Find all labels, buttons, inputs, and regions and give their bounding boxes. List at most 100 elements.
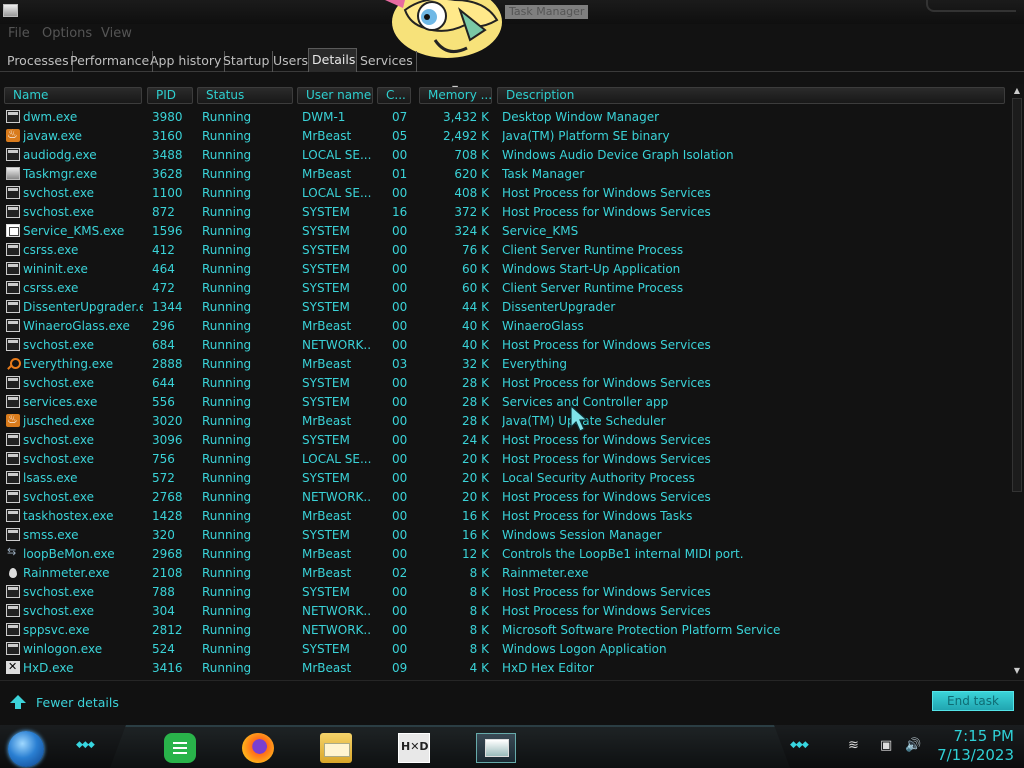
table-row[interactable]: DissenterUpgrader.exe 1344 Running SYSTEM 00…	[0, 298, 1008, 317]
table-row[interactable]: Rainmeter.exe 2108 Running MrBeast 02 8 K Rain…	[0, 564, 1008, 583]
process-cpu: 03	[392, 357, 408, 371]
process-pid: 472	[152, 281, 175, 295]
table-row[interactable]: HxD.exe 3416 Running MrBeast 09 4 K HxD Hex Ed…	[0, 659, 1008, 678]
end-task-button[interactable]: End task	[932, 691, 1014, 711]
table-row[interactable]: csrss.exe 472 Running SYSTEM 00 60 K Client Se…	[0, 279, 1008, 298]
tab-performance[interactable]: Performance	[67, 51, 154, 72]
hxd-taskbar-icon[interactable]	[398, 733, 430, 763]
tray-lines-icon[interactable]: ≋	[848, 738, 859, 753]
table-row[interactable]: svchost.exe 756 Running LOCAL SE... 00 20 K Ho…	[0, 450, 1008, 469]
process-cpu: 01	[392, 167, 408, 181]
green-notes-icon[interactable]	[164, 733, 196, 763]
clock-time[interactable]: 7:15 PM	[934, 727, 1014, 745]
process-pid: 3160	[152, 129, 183, 143]
tab-startup[interactable]: Startup	[220, 51, 274, 72]
scroll-up-icon[interactable]: ▲	[1012, 86, 1022, 96]
hxd-icon	[6, 660, 20, 674]
table-row[interactable]: svchost.exe 1100 Running LOCAL SE... 00 408 K…	[0, 184, 1008, 203]
table-row[interactable]: smss.exe 320 Running SYSTEM 00 16 K Windows Se…	[0, 526, 1008, 545]
tab-details[interactable]: Details	[308, 48, 357, 72]
menu-view[interactable]: View	[101, 26, 132, 41]
process-name: csrss.exe	[23, 243, 79, 257]
table-row[interactable]: csrss.exe 412 Running SYSTEM 00 76 K Client Se…	[0, 241, 1008, 260]
task-manager-taskbar-icon[interactable]	[476, 733, 516, 763]
process-pid: 2888	[152, 357, 183, 371]
table-row[interactable]: taskhostex.exe 1428 Running MrBeast 00 16 K Ho…	[0, 507, 1008, 526]
table-row[interactable]: winlogon.exe 524 Running SYSTEM 00 8 K Windows…	[0, 640, 1008, 659]
process-status: Running	[202, 490, 252, 504]
process-user: MrBeast	[302, 566, 352, 580]
clock-date[interactable]: 7/13/2023	[914, 746, 1014, 764]
exe-icon	[6, 395, 20, 408]
table-row[interactable]: svchost.exe 788 Running SYSTEM 00 8 K Host Pro…	[0, 583, 1008, 602]
table-row[interactable]: Taskmgr.exe 3628 Running MrBeast 01 620 K Task…	[0, 165, 1008, 184]
column-header-cpu[interactable]: C...	[377, 87, 411, 104]
menu-options[interactable]: Options	[42, 26, 92, 41]
exe-icon	[6, 338, 20, 351]
process-pid: 3020	[152, 414, 183, 428]
column-header-status[interactable]: Status	[197, 87, 293, 104]
table-row[interactable]: svchost.exe 684 Running NETWORK... 00 40 K Hos…	[0, 336, 1008, 355]
table-row[interactable]: javaw.exe 3160 Running MrBeast 05 2,492 K Java…	[0, 127, 1008, 146]
table-row[interactable]: sppsvc.exe 2812 Running NETWORK... 00 8 K Micr…	[0, 621, 1008, 640]
fewer-details-link[interactable]: Fewer details	[10, 693, 119, 711]
process-description: Host Process for Windows Services	[502, 338, 711, 352]
process-user: SYSTEM	[302, 395, 350, 409]
process-cpu: 00	[392, 243, 408, 257]
tab-app-history[interactable]: App history	[147, 51, 226, 72]
menu-file[interactable]: File	[8, 26, 30, 41]
table-row[interactable]: wininit.exe 464 Running SYSTEM 00 60 K Windows…	[0, 260, 1008, 279]
process-status: Running	[202, 414, 252, 428]
file-explorer-icon[interactable]	[320, 733, 352, 763]
tab-users[interactable]: Users	[270, 51, 313, 72]
table-row[interactable]: jusched.exe3020RunningMrBeast0028 KJava(…	[0, 412, 1008, 431]
caption-buttons[interactable]	[926, 0, 1016, 12]
table-row[interactable]: services.exe 556 Running SYSTEM 00 28 K Servic…	[0, 393, 1008, 412]
table-row[interactable]: Service_KMS.exe 1596 Running SYSTEM 00 324 K S…	[0, 222, 1008, 241]
table-row[interactable]: audiodg.exe 3488 Running LOCAL SE... 00 708 K…	[0, 146, 1008, 165]
tab-processes[interactable]: Processes	[4, 51, 73, 72]
column-header-description[interactable]: Description	[497, 87, 1005, 104]
process-memory: 8 K	[469, 642, 489, 656]
table-row[interactable]: svchost.exe 3096 Running SYSTEM 00 24 K Host P…	[0, 431, 1008, 450]
process-cpu: 07	[392, 110, 408, 124]
column-header-memory[interactable]: Memory ...	[419, 87, 492, 104]
table-row[interactable]: dwm.exe 3980 Running DWM-1 07 3,432 K Desktop …	[0, 108, 1008, 127]
column-header-name[interactable]: Name	[4, 87, 142, 104]
table-row[interactable]: svchost.exe 2768 Running NETWORK... 00 20 K Ho…	[0, 488, 1008, 507]
process-description: Windows Session Manager	[502, 528, 662, 542]
scrollbar-thumb[interactable]	[1012, 98, 1022, 492]
process-user: SYSTEM	[302, 528, 350, 542]
process-description: Host Process for Windows Services	[502, 376, 711, 390]
vertical-scrollbar[interactable]: ▲ ▼	[1010, 84, 1024, 678]
column-header-pid[interactable]: PID	[147, 87, 193, 104]
exe-icon	[6, 110, 20, 123]
process-status: Running	[202, 167, 252, 181]
column-header-user-name[interactable]: User name	[297, 87, 373, 104]
tab-services[interactable]: Services	[357, 51, 417, 72]
process-pid: 3416	[152, 661, 183, 675]
exe-icon	[6, 186, 20, 199]
network-icon[interactable]: ▣	[880, 738, 892, 753]
firefox-icon[interactable]	[242, 733, 274, 763]
start-button-icon[interactable]	[8, 731, 44, 767]
process-memory: 28 K	[462, 395, 489, 409]
table-row[interactable]: lsass.exe 572 Running SYSTEM 00 20 K Local Sec…	[0, 469, 1008, 488]
process-memory: 40 K	[462, 338, 489, 352]
table-row[interactable]: svchost.exe 304 Running NETWORK... 00 8 K Host…	[0, 602, 1008, 621]
process-description: WinaeroGlass	[502, 319, 584, 333]
table-row[interactable]: svchost.exe 644 Running SYSTEM 00 28 K Host Pr…	[0, 374, 1008, 393]
table-row[interactable]: loopBeMon.exe 2968 Running MrBeast 00 12 K Con…	[0, 545, 1008, 564]
process-memory: 20 K	[462, 490, 489, 504]
title-bar[interactable]: Task Manager	[0, 0, 1024, 24]
process-user: SYSTEM	[302, 376, 350, 390]
table-row[interactable]: Everything.exe 2888 Running MrBeast 03 32 K Ev…	[0, 355, 1008, 374]
task-manager-app-icon	[3, 4, 18, 17]
process-name: loopBeMon.exe	[23, 547, 115, 561]
process-name: svchost.exe	[23, 376, 94, 390]
scroll-down-icon[interactable]: ▼	[1012, 666, 1022, 676]
up-arrow-icon	[10, 695, 26, 709]
table-row[interactable]: WinaeroGlass.exe 296 Running MrBeast 00 40 K W…	[0, 317, 1008, 336]
table-row[interactable]: svchost.exe 872 Running SYSTEM 16 372 K Host P…	[0, 203, 1008, 222]
process-pid: 3488	[152, 148, 183, 162]
